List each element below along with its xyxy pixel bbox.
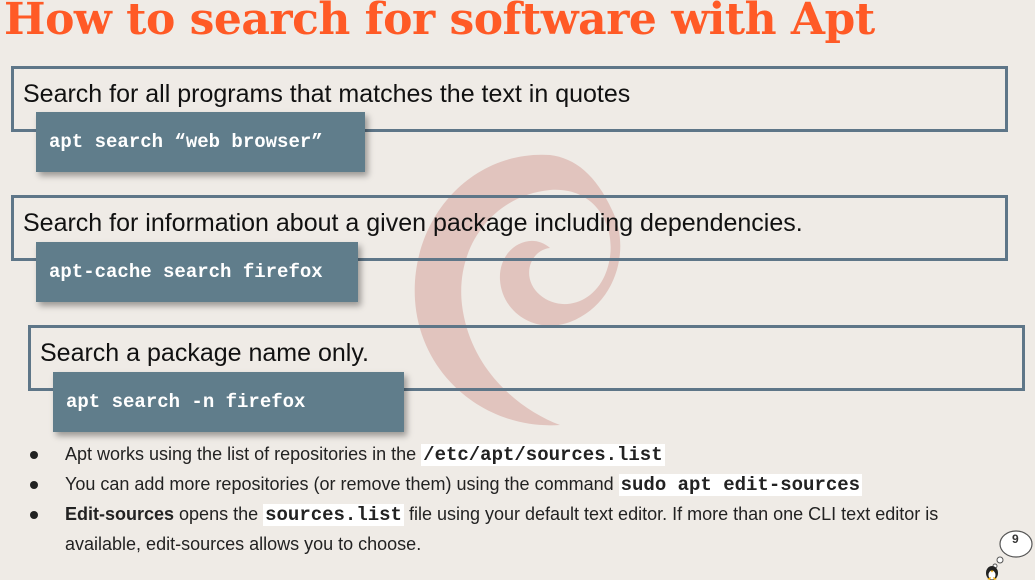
list-item: You can add more repositories (or remove… xyxy=(30,470,990,500)
section-description: Search a package name only. xyxy=(40,339,369,367)
section-description: Search for all programs that matches the… xyxy=(23,80,631,108)
bullet-icon xyxy=(30,451,38,459)
bullet-icon xyxy=(30,481,38,489)
command-block: apt search -n firefox xyxy=(53,372,404,432)
thought-bubble-icon xyxy=(986,530,1033,580)
tux-penguin-icon xyxy=(986,566,998,580)
list-item: Edit-sources opens the sources.list file… xyxy=(30,500,990,559)
page-number: 9 xyxy=(1012,532,1019,546)
page-title: How to search for software with Apt xyxy=(4,0,875,45)
debian-swirl-watermark xyxy=(414,154,621,426)
bullet-icon xyxy=(30,511,38,519)
inline-code: sources.list xyxy=(263,504,404,526)
command-block: apt-cache search firefox xyxy=(36,242,358,302)
notes-list: Apt works using the list of repositories… xyxy=(30,440,990,559)
inline-code: sudo apt edit-sources xyxy=(618,474,863,496)
list-item: Apt works using the list of repositories… xyxy=(30,440,990,470)
bold-term: Edit-sources xyxy=(65,504,175,524)
command-block: apt search “web browser” xyxy=(36,112,365,172)
inline-code: /etc/apt/sources.list xyxy=(421,444,665,466)
section-description: Search for information about a given pac… xyxy=(23,209,803,237)
